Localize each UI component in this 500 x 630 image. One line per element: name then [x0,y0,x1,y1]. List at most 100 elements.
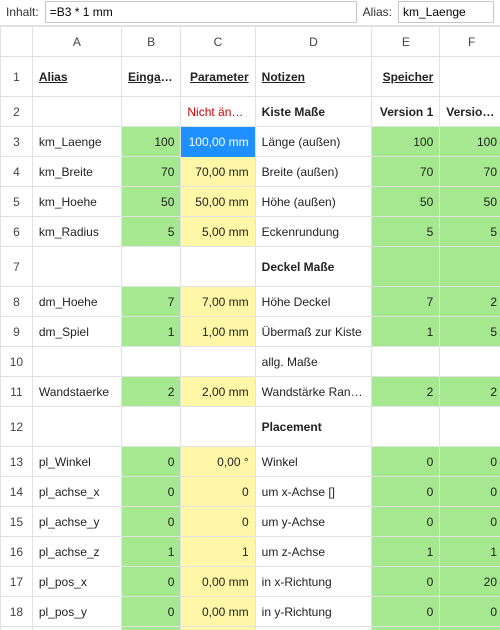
cell-c17[interactable]: 0,00 mm [181,567,255,597]
cell-e8[interactable]: 7 [372,287,440,317]
cell-a13[interactable]: pl_Winkel [32,447,121,477]
cell-d6[interactable]: Eckenrundung [255,217,372,247]
cell-d14[interactable]: um x-Achse [] [255,477,372,507]
cell-c6[interactable]: 5,00 mm [181,217,255,247]
cell-a17[interactable]: pl_pos_x [32,567,121,597]
cell-a11[interactable]: Wandstaerke [32,377,121,407]
formula-input[interactable] [45,1,357,23]
cell-f12[interactable] [440,407,500,447]
cell-a4[interactable]: km_Breite [32,157,121,187]
cell-e17[interactable]: 0 [372,567,440,597]
cell-c10[interactable] [181,347,255,377]
cell-b15[interactable]: 0 [121,507,180,537]
cell-b9[interactable]: 1 [121,317,180,347]
cell-c4[interactable]: 70,00 mm [181,157,255,187]
cell-c12[interactable] [181,407,255,447]
cell-d7[interactable]: Deckel Maße [255,247,372,287]
cell-e7[interactable] [372,247,440,287]
cell-f3[interactable]: 100 [440,127,500,157]
cell-b10[interactable] [121,347,180,377]
rowhdr-9[interactable]: 9 [1,317,33,347]
rowhdr-13[interactable]: 13 [1,447,33,477]
cell-b4[interactable]: 70 [121,157,180,187]
cell-d9[interactable]: Übermaß zur Kiste [255,317,372,347]
corner-cell[interactable] [1,27,33,57]
cell-c18[interactable]: 0,00 mm [181,597,255,627]
cell-f9[interactable]: 5 [440,317,500,347]
rowhdr-16[interactable]: 16 [1,537,33,567]
cell-b12[interactable] [121,407,180,447]
cell-f4[interactable]: 70 [440,157,500,187]
cell-f14[interactable]: 0 [440,477,500,507]
rowhdr-11[interactable]: 11 [1,377,33,407]
cell-d15[interactable]: um y-Achse [255,507,372,537]
cell-f17[interactable]: 20 [440,567,500,597]
alias-input[interactable] [398,1,494,23]
cell-d12[interactable]: Placement [255,407,372,447]
cell-b8[interactable]: 7 [121,287,180,317]
rowhdr-10[interactable]: 10 [1,347,33,377]
cell-a9[interactable]: dm_Spiel [32,317,121,347]
cell-d2[interactable]: Kiste Maße [255,97,372,127]
cell-a3[interactable]: km_Laenge [32,127,121,157]
cell-f13[interactable]: 0 [440,447,500,477]
cell-c5[interactable]: 50,00 mm [181,187,255,217]
cell-c8[interactable]: 7,00 mm [181,287,255,317]
cell-c16[interactable]: 1 [181,537,255,567]
cell-e3[interactable]: 100 [372,127,440,157]
cell-f7[interactable] [440,247,500,287]
cell-d13[interactable]: Winkel [255,447,372,477]
cell-d16[interactable]: um z-Achse [255,537,372,567]
cell-a8[interactable]: dm_Hoehe [32,287,121,317]
cell-d18[interactable]: in y-Richtung [255,597,372,627]
cell-f1[interactable] [440,57,500,97]
cell-b17[interactable]: 0 [121,567,180,597]
cell-b13[interactable]: 0 [121,447,180,477]
cell-d4[interactable]: Breite (außen) [255,157,372,187]
cell-a18[interactable]: pl_pos_y [32,597,121,627]
cell-f10[interactable] [440,347,500,377]
rowhdr-3[interactable]: 3 [1,127,33,157]
cell-e12[interactable] [372,407,440,447]
cell-b5[interactable]: 50 [121,187,180,217]
colhdr-c[interactable]: C [181,27,255,57]
cell-a10[interactable] [32,347,121,377]
cell-a1[interactable]: Alias [32,57,121,97]
rowhdr-1[interactable]: 1 [1,57,33,97]
rowhdr-15[interactable]: 15 [1,507,33,537]
cell-e4[interactable]: 70 [372,157,440,187]
cell-e15[interactable]: 0 [372,507,440,537]
colhdr-d[interactable]: D [255,27,372,57]
cell-b7[interactable] [121,247,180,287]
cell-f15[interactable]: 0 [440,507,500,537]
cell-c15[interactable]: 0 [181,507,255,537]
cell-e10[interactable] [372,347,440,377]
colhdr-f[interactable]: F [440,27,500,57]
cell-c1[interactable]: Parameter [181,57,255,97]
cell-a19[interactable]: pl_pos_z [32,627,121,630]
cell-c2[interactable]: Nicht ändern! [181,97,255,127]
cell-a15[interactable]: pl_achse_y [32,507,121,537]
cell-f5[interactable]: 50 [440,187,500,217]
cell-b14[interactable]: 0 [121,477,180,507]
cell-f6[interactable]: 5 [440,217,500,247]
cell-f19[interactable]: -50 [440,627,500,630]
spreadsheet-table[interactable]: A B C D E F 1 Alias Eingabe Parameter No… [0,26,500,630]
cell-e14[interactable]: 0 [372,477,440,507]
rowhdr-8[interactable]: 8 [1,287,33,317]
cell-e11[interactable]: 2 [372,377,440,407]
cell-e9[interactable]: 1 [372,317,440,347]
cell-f18[interactable]: 0 [440,597,500,627]
cell-d11[interactable]: Wandstärke Rand ... [255,377,372,407]
rowhdr-7[interactable]: 7 [1,247,33,287]
rowhdr-17[interactable]: 17 [1,567,33,597]
cell-d17[interactable]: in x-Richtung [255,567,372,597]
cell-c3[interactable]: 100,00 mm [181,127,255,157]
cell-c9[interactable]: 1,00 mm [181,317,255,347]
cell-a5[interactable]: km_Hoehe [32,187,121,217]
rowhdr-18[interactable]: 18 [1,597,33,627]
cell-f2[interactable]: Version 2 [440,97,500,127]
rowhdr-4[interactable]: 4 [1,157,33,187]
cell-e16[interactable]: 1 [372,537,440,567]
rowhdr-5[interactable]: 5 [1,187,33,217]
